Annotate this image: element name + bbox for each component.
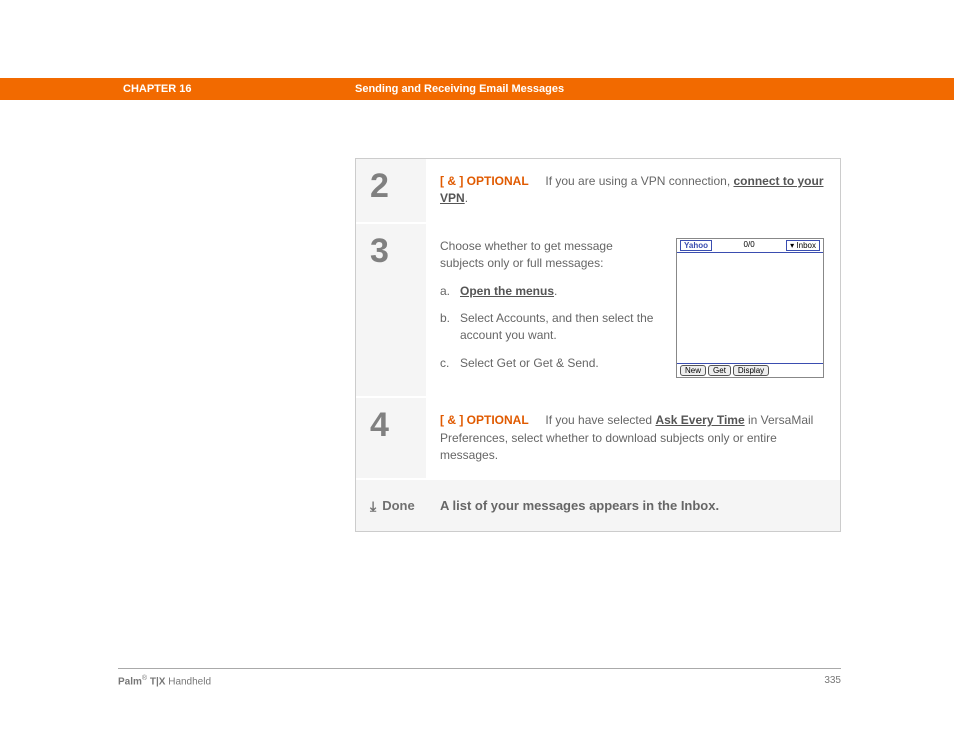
step-4: 4 [ & ] OPTIONAL If you have selected As… [356, 398, 840, 480]
down-arrow-icon: ⤓ [370, 499, 376, 513]
step-number: 4 [356, 398, 426, 478]
done-label: Done [382, 498, 415, 513]
step-2-content: [ & ] OPTIONAL If you are using a VPN co… [426, 159, 840, 222]
steps-container: 2 [ & ] OPTIONAL If you are using a VPN … [355, 158, 841, 532]
done-row: ⤓ Done A list of your messages appears i… [356, 480, 840, 531]
sub-c-letter: c. [440, 355, 460, 372]
sub-a-letter: a. [440, 283, 460, 300]
step-2: 2 [ & ] OPTIONAL If you are using a VPN … [356, 159, 840, 224]
ask-every-time-link[interactable]: Ask Every Time [655, 413, 744, 427]
sub-b-text: Select Accounts, and then select the acc… [460, 310, 658, 345]
step-3-content: Choose whether to get message subjects o… [426, 224, 840, 396]
sub-a-after: . [554, 284, 557, 298]
step-4-text-before: If you have selected [545, 413, 655, 427]
screen-yahoo-label: Yahoo [680, 240, 712, 251]
step-2-text-after: . [465, 191, 468, 205]
optional-label: OPTIONAL [467, 174, 529, 188]
step-number: 3 [356, 224, 426, 396]
screen-inbox-dropdown: ▾ Inbox [786, 240, 820, 251]
page-number: 335 [824, 675, 841, 687]
screen-new-button: New [680, 365, 706, 376]
sub-c-text: Select Get or Get & Send. [460, 355, 599, 372]
sub-b-letter: b. [440, 310, 460, 345]
step-2-text-before: If you are using a VPN connection, [545, 174, 733, 188]
optional-bracket: [ & ] [440, 174, 463, 188]
page-footer: Palm® T|X Handheld 335 [118, 668, 841, 687]
screen-display-button: Display [733, 365, 769, 376]
step-3-intro: Choose whether to get message subjects o… [440, 238, 658, 273]
open-menus-link[interactable]: Open the menus [460, 284, 554, 298]
step-3: 3 Choose whether to get message subjects… [356, 224, 840, 398]
chapter-title: Sending and Receiving Email Messages [355, 83, 564, 95]
palm-screenshot: Yahoo 0/0 ▾ Inbox New Get Display [676, 238, 824, 378]
done-text: A list of your messages appears in the I… [440, 498, 719, 513]
optional-label: OPTIONAL [467, 413, 529, 427]
optional-bracket: [ & ] [440, 413, 463, 427]
screen-get-button: Get [708, 365, 731, 376]
footer-brand: Palm® T|X Handheld [118, 675, 211, 687]
chapter-label: CHAPTER 16 [123, 83, 355, 95]
chapter-header: CHAPTER 16 Sending and Receiving Email M… [0, 78, 954, 100]
step-number: 2 [356, 159, 426, 222]
screen-count: 0/0 [744, 239, 755, 251]
step-4-content: [ & ] OPTIONAL If you have selected Ask … [426, 398, 840, 478]
